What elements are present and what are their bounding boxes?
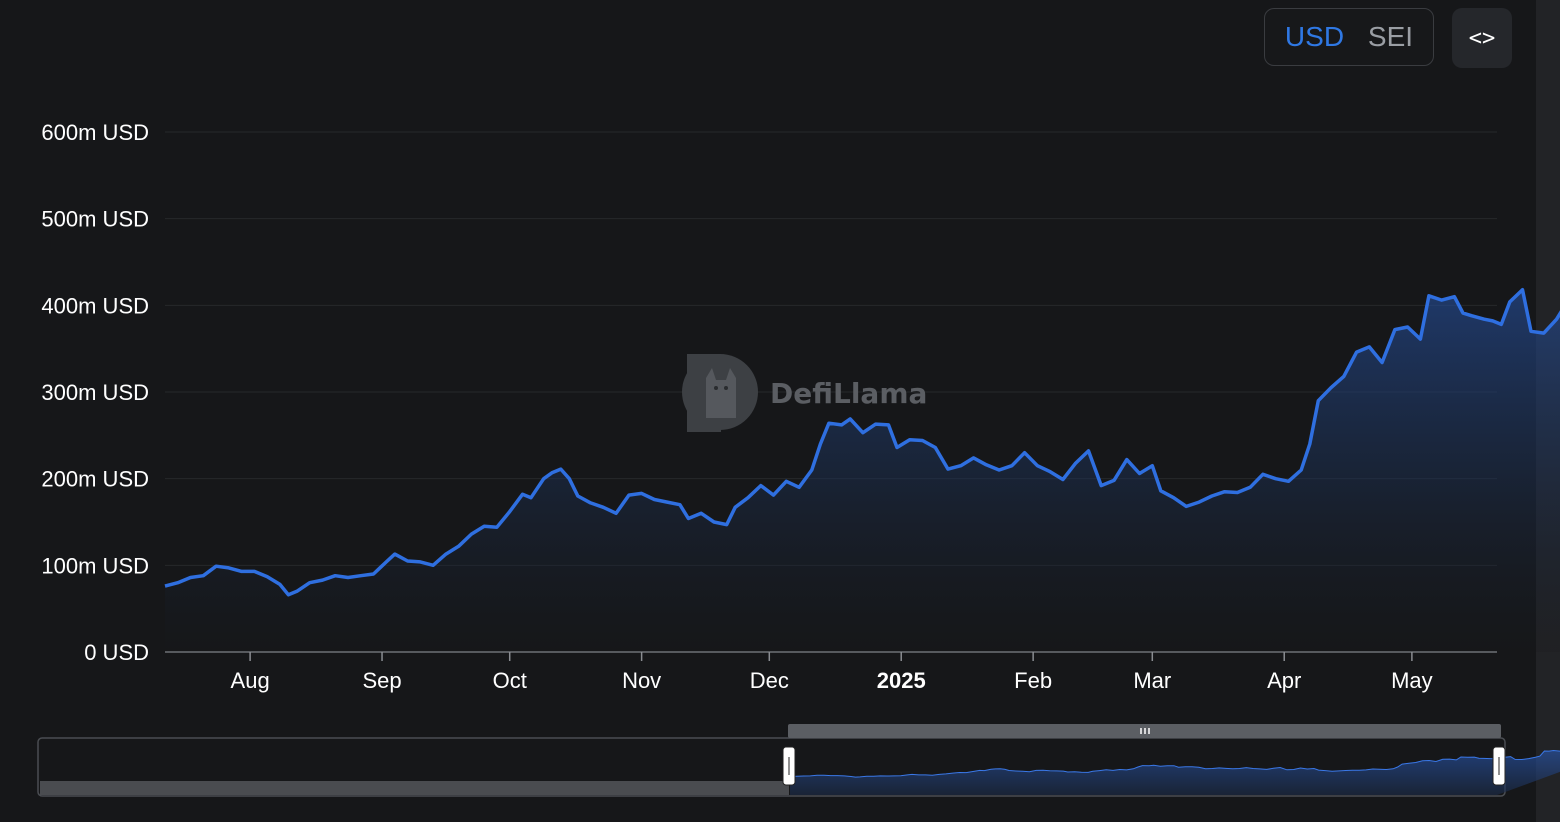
area-fill: [165, 289, 1560, 652]
navigator-unselected-area: [40, 781, 789, 795]
x-tick-label: Mar: [1133, 668, 1171, 693]
y-tick-label: 0 USD: [84, 640, 149, 665]
y-tick-label: 300m USD: [41, 380, 149, 405]
y-tick-label: 200m USD: [41, 467, 149, 492]
x-tick-label: May: [1391, 668, 1433, 693]
x-tick-label: Dec: [750, 668, 789, 693]
x-axis: Aug Sep Oct Nov Dec 2025 Feb Mar Apr May: [231, 652, 1433, 693]
watermark: DefiLlama: [682, 354, 927, 432]
range-navigator: [37, 724, 1560, 797]
x-tick-label: Feb: [1014, 668, 1052, 693]
x-tick-label: Apr: [1267, 668, 1301, 693]
x-tick-label: Aug: [231, 668, 270, 693]
y-axis: 0 USD 100m USD 200m USD 300m USD 400m USD 500…: [41, 120, 149, 665]
y-tick-label: 400m USD: [41, 293, 149, 318]
llama-logo-icon: [682, 354, 758, 432]
x-tick-label: Sep: [362, 668, 401, 693]
y-tick-label: 500m USD: [41, 207, 149, 232]
tvl-chart: 0 USD 100m USD 200m USD 300m USD 400m USD 500…: [37, 120, 1560, 797]
x-tick-label: Oct: [493, 668, 527, 693]
y-tick-label: 100m USD: [41, 553, 149, 578]
x-tick-label: 2025: [877, 668, 926, 693]
x-tick-label: Nov: [622, 668, 661, 693]
watermark-text: DefiLlama: [770, 377, 927, 410]
y-tick-label: 600m USD: [41, 120, 149, 145]
